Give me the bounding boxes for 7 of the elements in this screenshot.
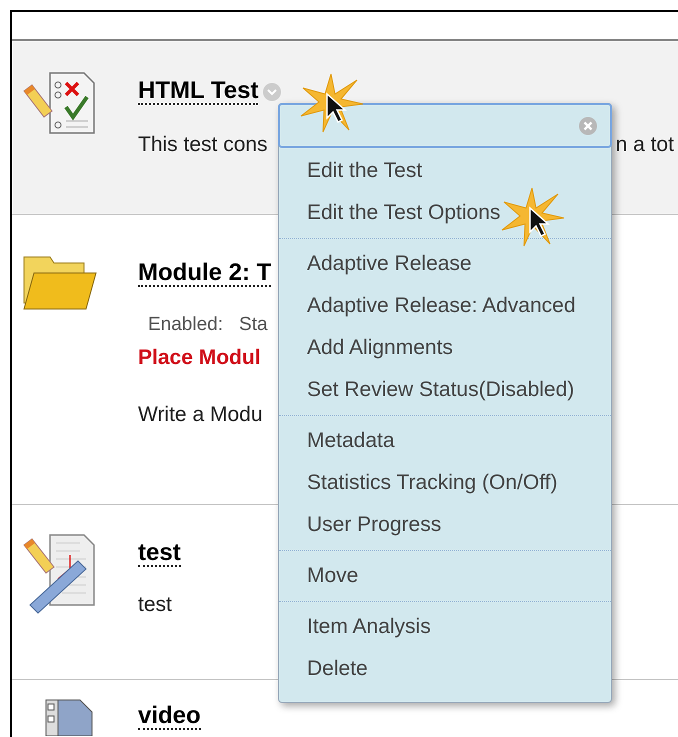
item-description: This test cons: [138, 132, 268, 158]
status-text: Sta: [239, 313, 268, 337]
item-description: n a tot: [616, 132, 674, 158]
item-description: Write a Modu: [138, 402, 264, 428]
item-description: test: [138, 592, 173, 618]
status-text: Enabled:: [148, 313, 224, 337]
alert-text: Place Modul: [138, 344, 262, 370]
